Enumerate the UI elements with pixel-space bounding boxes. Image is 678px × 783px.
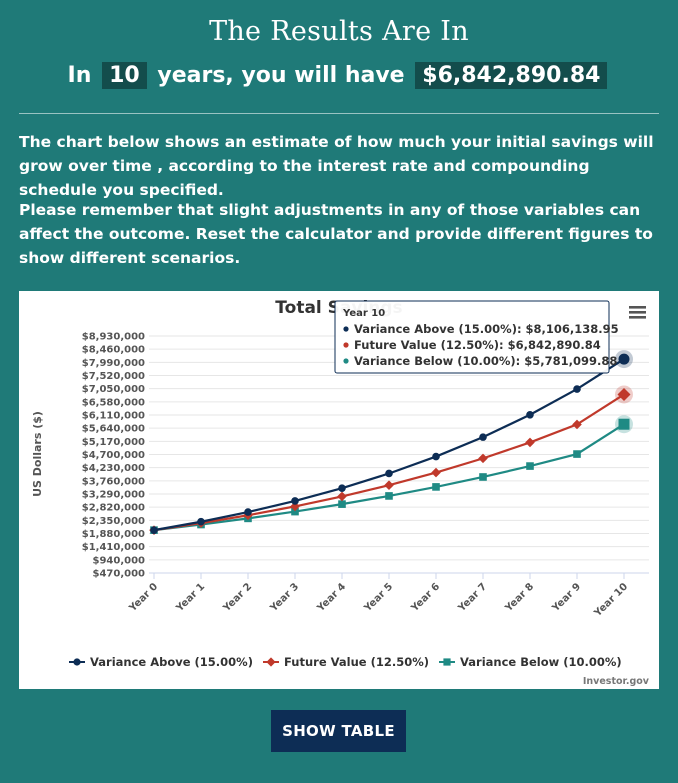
data-point-highlight [618, 353, 630, 365]
show-table-button[interactable]: SHOW TABLE [271, 710, 406, 752]
data-point [526, 410, 534, 419]
y-tick-label: $1,410,000 [82, 542, 145, 553]
tooltip-line: Variance Above (15.00%): $8,106,138.95 [354, 322, 619, 336]
data-point [431, 467, 441, 478]
y-tick-label: $7,050,000 [82, 384, 145, 395]
legend-item[interactable]: Variance Below (10.00%) [460, 655, 622, 669]
legend-item[interactable]: Future Value (12.50%) [284, 655, 429, 669]
y-tick-label: $4,700,000 [82, 450, 145, 461]
x-tick-label: Year 1 [174, 581, 207, 614]
x-tick-label: Year 6 [409, 581, 442, 614]
y-tick-label: $4,230,000 [82, 463, 145, 474]
tooltip-header: Year 10 [342, 308, 385, 319]
data-point [526, 462, 534, 470]
data-point [385, 469, 393, 478]
years-badge: 10 [102, 62, 147, 89]
y-tick-label: $8,930,000 [82, 332, 145, 343]
data-point-highlight [618, 418, 630, 430]
y-tick-label: $3,290,000 [82, 490, 145, 501]
results-summary: In 10 years, you will have $6,842,890.84 [0, 62, 678, 89]
y-tick-label: $6,110,000 [82, 411, 145, 422]
data-point [244, 508, 252, 516]
y-tick-label: $5,170,000 [82, 437, 145, 448]
tooltip-bullet [343, 326, 349, 332]
amount-badge: $6,842,890.84 [415, 62, 608, 89]
x-tick-label: Year 4 [315, 581, 348, 614]
x-tick-label: Year 2 [221, 581, 254, 614]
y-tick-label: $7,990,000 [82, 358, 145, 369]
tooltip-line: Variance Below (10.00%): $5,781,099.88 [354, 354, 617, 368]
data-point [432, 483, 440, 491]
legend-marker [73, 658, 81, 666]
y-tick-label: $8,460,000 [82, 345, 145, 356]
data-point [338, 500, 346, 508]
divider [19, 113, 659, 114]
data-point [337, 491, 347, 502]
x-tick-label: Year 8 [503, 581, 536, 614]
data-point [525, 437, 535, 448]
x-tick-label: Year 7 [456, 581, 489, 614]
total-savings-chart: Total Savings$470,000$940,000$1,410,000$… [19, 291, 659, 689]
data-point [197, 517, 205, 526]
credit-link: Investor.gov [583, 676, 650, 687]
data-point [150, 526, 158, 534]
data-point [291, 497, 299, 505]
y-tick-label: $3,760,000 [82, 476, 145, 487]
adjustment-note-text: Please remember that slight adjustments … [19, 201, 653, 267]
x-tick-label: Year 5 [362, 581, 395, 614]
menu-icon[interactable] [629, 306, 646, 319]
legend-item[interactable]: Variance Above (15.00%) [90, 655, 253, 669]
y-tick-label: $2,350,000 [82, 516, 145, 527]
y-tick-label: $2,820,000 [82, 503, 145, 514]
tooltip-line: Future Value (12.50%): $6,842,890.84 [354, 338, 601, 352]
data-point [479, 473, 487, 481]
data-point [573, 450, 581, 458]
tooltip-bullet [343, 358, 349, 364]
summary-middle: years, you will have [157, 63, 405, 88]
data-point [385, 492, 393, 500]
x-tick-label: Year 3 [268, 581, 301, 614]
data-point [479, 433, 487, 441]
y-tick-label: $6,580,000 [82, 397, 145, 408]
summary-prefix: In [67, 63, 92, 88]
legend-marker [266, 657, 276, 667]
y-tick-label: $470,000 [92, 569, 145, 580]
data-point [478, 453, 488, 464]
x-tick-label: Year 0 [127, 581, 160, 614]
data-point [432, 452, 440, 461]
x-tick-label: Year 9 [550, 581, 583, 614]
y-tick-label: $940,000 [92, 555, 145, 566]
legend-marker [443, 658, 451, 666]
y-tick-label: $7,520,000 [82, 371, 145, 382]
results-title: The Results Are In [209, 16, 469, 47]
chart-svg: Total Savings$470,000$940,000$1,410,000$… [31, 298, 650, 687]
tooltip-bullet [343, 342, 349, 348]
data-point [384, 480, 394, 491]
y-axis-title: US Dollars ($) [31, 411, 44, 497]
x-tick-label: Year 10 [592, 581, 630, 619]
y-tick-label: $5,640,000 [82, 424, 145, 435]
data-point [573, 385, 581, 393]
y-tick-label: $1,880,000 [82, 529, 145, 540]
chart-explanation-text: The chart below shows an estimate of how… [19, 133, 654, 199]
data-point [338, 484, 346, 492]
series-line-0 [153, 358, 625, 532]
